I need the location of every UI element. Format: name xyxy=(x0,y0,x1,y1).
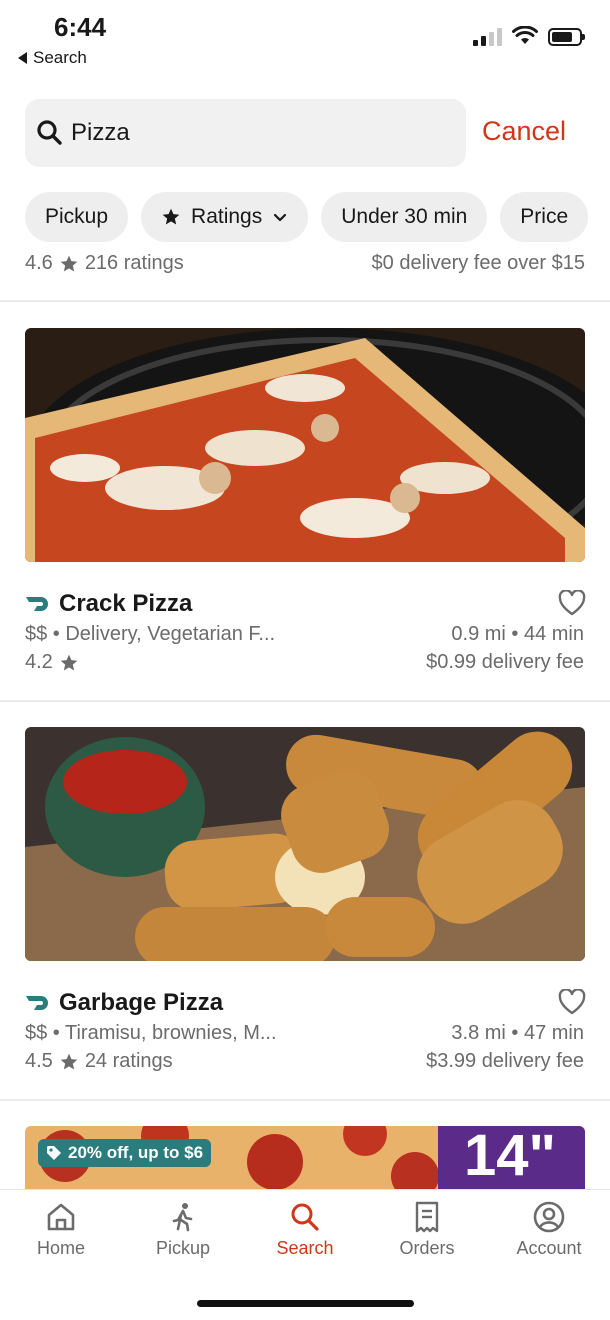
store-image-garbage-pizza[interactable] xyxy=(25,727,585,961)
search-icon xyxy=(37,120,62,145)
store-description: $$ • Delivery, Vegetarian F... xyxy=(25,623,276,645)
walking-person-icon xyxy=(172,1203,193,1232)
store-delivery-fee: $3.99 delivery fee xyxy=(426,1050,584,1072)
dashpass-icon xyxy=(26,597,48,611)
store-rating-row: 4.2 xyxy=(25,651,79,674)
promo-badge: 20% off, up to $6 xyxy=(38,1139,212,1167)
store-rating-row: 4.5 24 ratings xyxy=(25,1050,173,1073)
status-bar: 6:44 Search xyxy=(0,0,610,80)
search-input[interactable] xyxy=(71,119,431,147)
filter-chips: Pickup Ratings Under 30 min Price xyxy=(25,192,589,242)
nav-pickup[interactable]: Pickup xyxy=(128,1200,238,1259)
chip-ratings[interactable]: Ratings xyxy=(141,192,309,242)
store-rating: 4.2 xyxy=(25,651,53,673)
chip-label: Under 30 min xyxy=(341,205,468,228)
store-rating: 4.5 xyxy=(25,1050,53,1072)
wifi-icon xyxy=(512,26,538,44)
status-time: 6:44 xyxy=(54,12,107,42)
store-name: Crack Pizza xyxy=(59,590,193,617)
mozzarella-sticks-photo xyxy=(25,727,585,961)
chevron-down-icon xyxy=(274,213,287,222)
pizza-photo xyxy=(25,328,585,562)
cancel-button[interactable]: Cancel xyxy=(482,116,566,147)
nav-label: Search xyxy=(276,1238,334,1258)
chip-label: Ratings xyxy=(191,205,263,228)
status-icons xyxy=(473,26,585,46)
divider xyxy=(0,1099,610,1101)
favorite-heart-icon[interactable] xyxy=(558,590,586,616)
divider xyxy=(0,300,610,302)
favorite-heart-icon[interactable] xyxy=(558,989,586,1015)
back-label: Search xyxy=(33,48,87,67)
chip-under-30-min[interactable]: Under 30 min xyxy=(321,192,488,242)
store-ratings-count: 216 ratings xyxy=(84,252,184,274)
store-delivery-fee: $0 delivery fee over $15 xyxy=(371,252,585,274)
home-icon xyxy=(47,1203,75,1231)
nav-orders[interactable]: Orders xyxy=(372,1200,482,1259)
store-title-row[interactable]: Garbage Pizza xyxy=(25,989,223,1017)
nav-home[interactable]: Home xyxy=(6,1200,116,1259)
partial-store-summary: 4.6 216 ratings $0 delivery fee over $15 xyxy=(25,252,585,278)
battery-icon xyxy=(548,28,585,46)
search-box[interactable] xyxy=(25,99,466,167)
star-icon xyxy=(162,208,180,225)
store-description: $$ • Tiramisu, brownies, M... xyxy=(25,1022,277,1044)
store-rating: 4.6 xyxy=(25,252,53,274)
cellular-signal-icon xyxy=(473,26,502,46)
dashpass-icon xyxy=(26,996,48,1010)
store-delivery-fee: $0.99 delivery fee xyxy=(426,651,584,673)
home-indicator[interactable] xyxy=(197,1300,414,1307)
chip-price[interactable]: Price xyxy=(500,192,589,242)
promo-badge-label: 20% off, up to $6 xyxy=(68,1143,204,1162)
back-arrow-icon xyxy=(18,52,27,64)
receipt-icon xyxy=(415,1201,439,1233)
store-distance-time: 0.9 mi • 44 min xyxy=(451,623,584,645)
star-icon xyxy=(60,255,78,271)
divider xyxy=(0,700,610,702)
tag-icon xyxy=(47,1146,61,1160)
nav-label: Pickup xyxy=(155,1238,211,1258)
chip-pickup[interactable]: Pickup xyxy=(25,192,129,242)
nav-account[interactable]: Account xyxy=(494,1200,604,1259)
store-title-row[interactable]: Crack Pizza xyxy=(25,590,192,618)
store-image-crack-pizza[interactable] xyxy=(25,328,585,562)
chip-label: Pickup xyxy=(45,205,109,228)
store-name: Garbage Pizza xyxy=(59,989,224,1016)
star-icon xyxy=(60,654,78,670)
store-ratings-count: 24 ratings xyxy=(84,1050,173,1072)
store-distance-time: 3.8 mi • 47 min xyxy=(451,1022,584,1044)
nav-label: Home xyxy=(36,1238,85,1258)
chip-label: Price xyxy=(520,205,569,228)
star-icon xyxy=(60,1053,78,1069)
nav-label: Account xyxy=(516,1238,582,1258)
search-icon xyxy=(291,1203,319,1231)
account-icon xyxy=(533,1201,565,1233)
nav-search[interactable]: Search xyxy=(250,1200,360,1259)
back-to-search-link[interactable]: Search xyxy=(18,48,87,68)
nav-label: Orders xyxy=(399,1238,455,1258)
promo-size-label: 14" xyxy=(438,1126,585,1190)
